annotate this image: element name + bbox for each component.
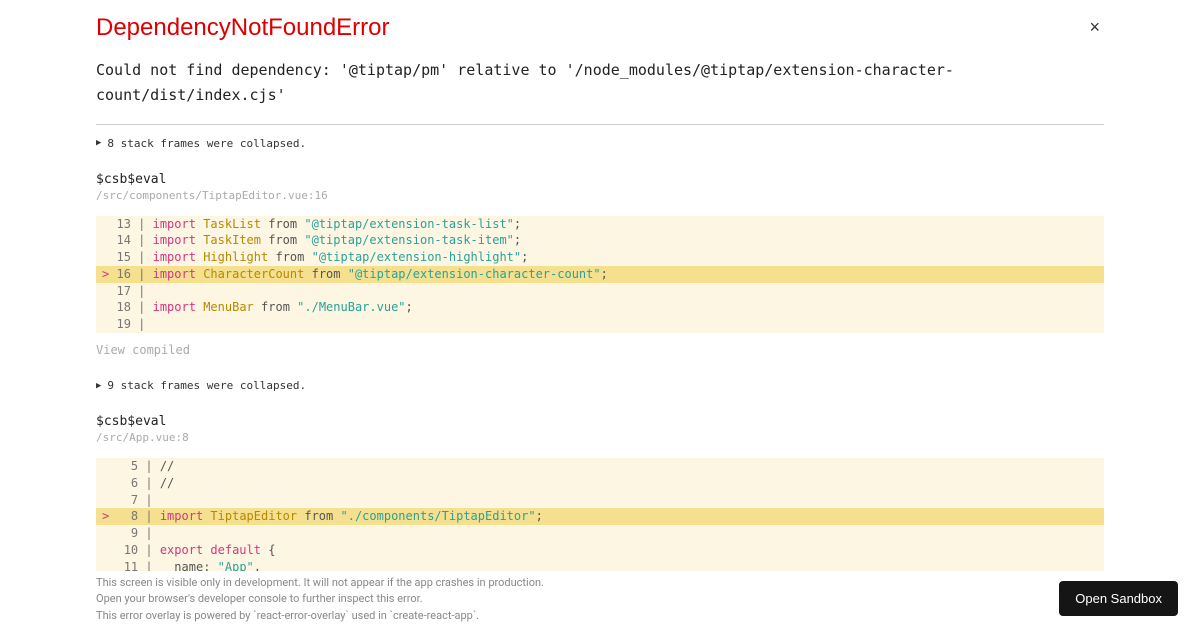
stack-function-name: $csb$eval [96, 172, 1104, 187]
code-line: 18 | import MenuBar from "./MenuBar.vue"… [96, 299, 1104, 316]
code-line: 9 | [96, 525, 1104, 542]
footer-line: Open your browser's developer console to… [96, 591, 1104, 608]
collapsed-frames-toggle[interactable]: 9 stack frames were collapsed. [96, 379, 1104, 392]
code-line: 5 | // [96, 458, 1104, 475]
code-line: 13 | import TaskList from "@tiptap/exten… [96, 216, 1104, 233]
divider [96, 124, 1104, 125]
collapsed-frames-label: 8 stack frames were collapsed. [107, 137, 306, 150]
code-line: > 8 | import TiptapEditor from "./compon… [96, 508, 1104, 525]
header-row: DependencyNotFoundError × [96, 14, 1104, 42]
collapsed-frames-label: 9 stack frames were collapsed. [107, 379, 306, 392]
stack-file-location: /src/components/TiptapEditor.vue:16 [96, 189, 1104, 202]
open-sandbox-button[interactable]: Open Sandbox [1059, 581, 1178, 616]
code-line: 14 | import TaskItem from "@tiptap/exten… [96, 232, 1104, 249]
collapsed-frames-toggle[interactable]: 8 stack frames were collapsed. [96, 137, 1104, 150]
code-line: 19 | [96, 316, 1104, 333]
footer-line: This error overlay is powered by `react-… [96, 608, 1104, 625]
code-line: 15 | import Highlight from "@tiptap/exte… [96, 249, 1104, 266]
error-message: Could not find dependency: '@tiptap/pm' … [96, 58, 1104, 108]
code-line: 17 | [96, 283, 1104, 300]
code-line: 10 | export default { [96, 542, 1104, 559]
stack-function-name: $csb$eval [96, 414, 1104, 429]
code-line: 7 | [96, 492, 1104, 509]
view-compiled-link[interactable]: View compiled [96, 343, 1104, 357]
stack-file-location: /src/App.vue:8 [96, 431, 1104, 444]
error-overlay: DependencyNotFoundError × Could not find… [0, 0, 1200, 630]
close-icon: × [1089, 17, 1100, 37]
code-line: 6 | // [96, 475, 1104, 492]
code-snippet: 13 | import TaskList from "@tiptap/exten… [96, 216, 1104, 334]
footer-notice: This screen is visible only in developme… [96, 571, 1104, 630]
close-button[interactable]: × [1085, 14, 1104, 40]
footer-line: This screen is visible only in developme… [96, 575, 1104, 592]
code-snippet: 5 | // 6 | // 7 | > 8 | import TiptapEdi… [96, 458, 1104, 576]
code-line: > 16 | import CharacterCount from "@tipt… [96, 266, 1104, 283]
error-title: DependencyNotFoundError [96, 14, 390, 42]
